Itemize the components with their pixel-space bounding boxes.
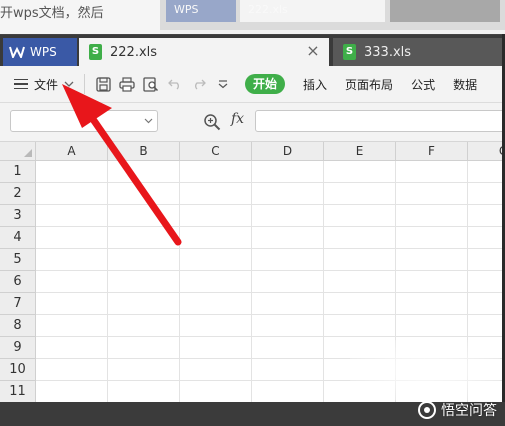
row-header[interactable]: 4: [0, 227, 36, 249]
row-header[interactable]: 2: [0, 183, 36, 205]
ribbon-tab-page-layout[interactable]: 页面布局: [345, 76, 393, 93]
chevron-down-icon[interactable]: [144, 116, 153, 125]
close-tab-icon[interactable]: ×: [305, 43, 321, 59]
wps-logo-icon: [9, 46, 25, 58]
column-header[interactable]: G: [468, 142, 502, 161]
row-header[interactable]: 11: [0, 381, 36, 403]
select-all-corner[interactable]: [0, 142, 36, 161]
formula-input[interactable]: [255, 110, 502, 132]
column-header[interactable]: A: [36, 142, 108, 161]
row-header[interactable]: 1: [0, 161, 36, 183]
zoom-icon[interactable]: [203, 113, 221, 131]
column-header[interactable]: E: [324, 142, 396, 161]
row-header[interactable]: 7: [0, 293, 36, 315]
chevron-down-icon: [64, 81, 74, 87]
column-headers: A B C D E F G: [36, 142, 502, 161]
tab-file-222-label: 222.xls: [110, 44, 158, 60]
wukong-logo-icon: [418, 401, 436, 419]
background-tab-wps: WPS: [166, 0, 236, 22]
spreadsheet-file-icon: [343, 44, 356, 60]
row-header[interactable]: 3: [0, 205, 36, 227]
row-header[interactable]: 9: [0, 337, 36, 359]
document-tab-bar: WPS 222.xls × 333.xls: [0, 35, 502, 66]
ribbon-tab-formulas[interactable]: 公式: [411, 76, 435, 93]
formula-bar: fx: [0, 103, 502, 142]
tab-wps-label: WPS: [30, 45, 57, 59]
column-header[interactable]: C: [180, 142, 252, 161]
ribbon-tab-home[interactable]: 开始: [245, 74, 286, 94]
print-preview-icon[interactable]: [142, 75, 160, 93]
hamburger-menu-icon: [14, 78, 28, 90]
tab-file-333[interactable]: 333.xls: [333, 38, 502, 66]
watermark-text: 悟空问答: [441, 403, 497, 419]
watermark: 悟空问答: [418, 400, 497, 420]
row-header[interactable]: 10: [0, 359, 36, 381]
file-menu-label: 文件: [34, 77, 59, 92]
ribbon-tab-data[interactable]: 数据: [453, 76, 477, 93]
toolbar: 文件 开始 插入 页面布局 公式 数据: [0, 66, 502, 103]
background-tab-blank: [390, 0, 500, 22]
column-header[interactable]: B: [108, 142, 180, 161]
row-header[interactable]: 5: [0, 249, 36, 271]
row-header[interactable]: 6: [0, 271, 36, 293]
watermark-haze: [350, 340, 500, 400]
tab-file-222[interactable]: 222.xls ×: [79, 38, 329, 66]
redo-icon[interactable]: [190, 75, 208, 93]
name-box-input[interactable]: [10, 110, 158, 132]
more-dropdown-icon[interactable]: [214, 75, 232, 93]
background-tab-strip: WPS 222.xls: [160, 0, 505, 30]
row-header[interactable]: 8: [0, 315, 36, 337]
insert-function-icon[interactable]: fx: [231, 111, 244, 127]
background-instruction-text: 开wps文档，然后: [0, 0, 160, 34]
column-header[interactable]: F: [396, 142, 468, 161]
tab-file-333-label: 333.xls: [364, 44, 412, 60]
background-tab-file: 222.xls: [240, 0, 385, 22]
print-icon[interactable]: [118, 75, 136, 93]
spreadsheet-file-icon: [89, 44, 102, 60]
tab-wps-home[interactable]: WPS: [3, 38, 77, 66]
toolbar-divider: [84, 74, 86, 94]
file-menu-button[interactable]: 文件: [14, 72, 74, 96]
ribbon-tab-insert[interactable]: 插入: [303, 76, 327, 93]
undo-icon[interactable]: [166, 75, 184, 93]
column-header[interactable]: D: [252, 142, 324, 161]
save-icon[interactable]: [94, 75, 112, 93]
